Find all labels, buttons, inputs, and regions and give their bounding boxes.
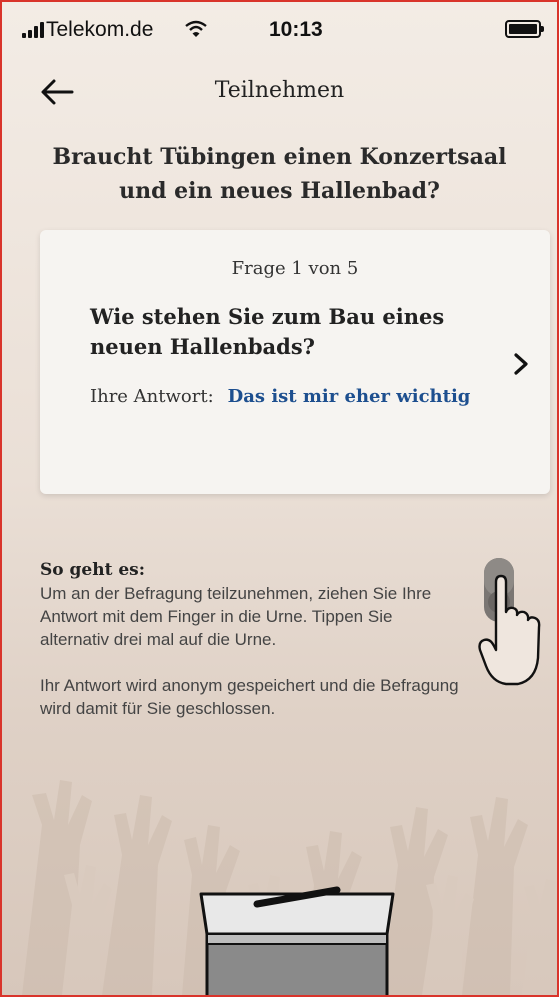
- instructions-paragraph-1: Um an der Befragung teilzunehmen, ziehen…: [40, 584, 432, 649]
- answer-row: Ihre Antwort: Das ist mir eher wichtig: [90, 386, 470, 407]
- question-card[interactable]: Frage 1 von 5 Wie stehen Sie zum Bau ein…: [40, 230, 550, 494]
- instructions-block: So geht es: Um an der Befragung teilzune…: [40, 559, 460, 720]
- status-bar: Telekom.de 10:13: [2, 2, 557, 62]
- app-screen: Telekom.de 10:13 Teilnehmen Braucht Tübi…: [0, 0, 559, 997]
- chevron-right-icon[interactable]: [512, 352, 530, 376]
- signal-bars-icon: [22, 22, 44, 38]
- instructions-heading: So geht es:: [40, 560, 146, 580]
- answer-value[interactable]: Das ist mir eher wichtig: [228, 386, 471, 407]
- answer-label: Ihre Antwort:: [90, 386, 214, 407]
- drag-finger-icon: [478, 558, 541, 686]
- instructions-paragraph-2: Ihr Antwort wird anonym gespeichert und …: [40, 676, 459, 718]
- survey-title: Braucht Tübingen einen Konzertsaal und e…: [52, 144, 507, 204]
- question-text: Wie stehen Sie zum Bau eines neuen Halle…: [90, 304, 445, 359]
- wifi-icon: [185, 20, 207, 37]
- ballot-box-icon[interactable]: [197, 864, 397, 997]
- battery-icon: [505, 20, 544, 38]
- status-time: 10:13: [269, 18, 323, 41]
- question-counter: Frage 1 von 5: [231, 258, 359, 279]
- carrier-name: Telekom.de: [46, 18, 154, 41]
- nav-title: Teilnehmen: [214, 78, 345, 103]
